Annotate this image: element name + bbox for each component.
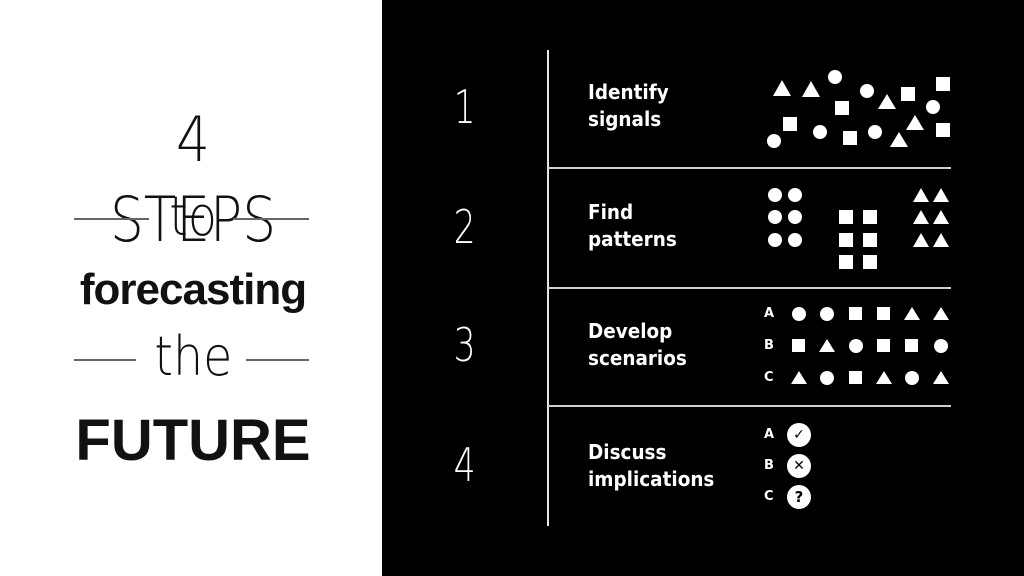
triangle-shape	[878, 94, 896, 109]
step-label-2: Find patterns	[588, 199, 685, 253]
implication-letter-a: A	[764, 427, 775, 442]
x-icon: ✕	[787, 454, 811, 478]
triangle-shape	[913, 188, 929, 202]
square-shape	[863, 255, 877, 269]
triangle-shape	[933, 188, 949, 202]
circle-shape	[788, 233, 802, 247]
square-shape	[905, 339, 918, 352]
implication-letter-c: C	[764, 489, 774, 504]
square-shape	[783, 117, 797, 131]
step-label-1-line1: Identify	[588, 80, 669, 104]
step-divider-2	[548, 287, 951, 289]
circle-shape	[768, 188, 782, 202]
step-label-4: Discuss implications	[588, 439, 725, 493]
square-shape	[877, 339, 890, 352]
scenario-letter-b: B	[764, 338, 774, 353]
title-future: FUTURE	[75, 408, 311, 473]
title-the: the	[154, 325, 232, 388]
implication-letter-b: B	[764, 458, 774, 473]
step-number-2: 2	[454, 200, 476, 254]
circle-shape	[828, 70, 842, 84]
circle-shape	[768, 233, 782, 247]
triangle-shape	[933, 210, 949, 224]
grouped-shapes-graphic	[768, 188, 949, 269]
step-divider-1	[548, 167, 951, 169]
triangle-shape	[933, 233, 949, 247]
circle-shape	[934, 339, 948, 353]
scattered-shapes-graphic	[767, 70, 950, 148]
triangle-shape	[933, 307, 949, 320]
triangle-shape	[906, 115, 924, 130]
step-label-3: Develop scenarios	[588, 318, 695, 372]
triangle-shape	[890, 132, 908, 147]
step-label-2-line1: Find	[588, 200, 634, 224]
circle-shape	[788, 188, 802, 202]
circle-shape	[926, 100, 940, 114]
square-group	[839, 210, 877, 269]
step-number-4: 4	[454, 438, 476, 492]
check-icon: ✓	[787, 423, 811, 447]
circle-shape	[767, 134, 781, 148]
circle-shape	[849, 339, 863, 353]
circle-shape	[905, 371, 919, 385]
circle-shape	[820, 307, 834, 321]
square-shape	[863, 210, 877, 224]
triangle-shape	[913, 210, 929, 224]
title-forecasting: forecasting	[79, 265, 307, 314]
step-label-3-line2: scenarios	[588, 346, 687, 370]
square-shape	[936, 123, 950, 137]
triangle-group	[913, 188, 949, 247]
step-label-1: Identify signals	[588, 79, 676, 133]
title-to: to	[169, 185, 217, 248]
circle-shape	[813, 125, 827, 139]
square-shape	[936, 77, 950, 91]
square-shape	[849, 371, 862, 384]
circle-shape	[768, 210, 782, 224]
step-label-3-line1: Develop	[588, 319, 673, 343]
circle-shape	[792, 307, 806, 321]
circle-shape	[860, 84, 874, 98]
square-shape	[901, 87, 915, 101]
triangle-shape	[819, 339, 835, 352]
triangle-shape	[913, 233, 929, 247]
circle-group	[768, 188, 802, 247]
square-shape	[839, 233, 853, 247]
square-shape	[843, 131, 857, 145]
triangle-shape	[933, 371, 949, 384]
circle-shape	[788, 210, 802, 224]
step-number-1: 1	[454, 80, 476, 134]
dash-line-right-the	[246, 359, 309, 361]
square-shape	[877, 307, 890, 320]
question-icon: ?	[787, 485, 811, 509]
step-label-4-line2: implications	[588, 467, 715, 491]
square-shape	[849, 307, 862, 320]
step-divider-3	[548, 405, 951, 407]
square-shape	[863, 233, 877, 247]
square-shape	[835, 101, 849, 115]
square-shape	[839, 255, 853, 269]
step-number-3: 3	[454, 318, 476, 372]
step-label-2-line2: patterns	[588, 227, 677, 251]
step-label-1-line2: signals	[588, 107, 662, 131]
scenario-row-b	[792, 339, 948, 353]
circle-shape	[868, 125, 882, 139]
scenario-row-a	[792, 307, 949, 321]
square-shape	[792, 339, 805, 352]
step-label-4-line1: Discuss	[588, 440, 667, 464]
scenario-letter-c: C	[764, 370, 774, 385]
triangle-shape	[791, 371, 807, 384]
circle-shape	[820, 371, 834, 385]
triangle-shape	[876, 371, 892, 384]
triangle-shape	[904, 307, 920, 320]
square-shape	[839, 210, 853, 224]
title-panel: 4 STEPS to forecasting the FUTURE	[0, 0, 382, 576]
scenario-letter-a: A	[764, 306, 775, 321]
scenario-row-c	[791, 371, 949, 385]
triangle-shape	[802, 81, 820, 97]
triangle-shape	[773, 80, 791, 96]
dash-line-right-to	[233, 218, 309, 220]
